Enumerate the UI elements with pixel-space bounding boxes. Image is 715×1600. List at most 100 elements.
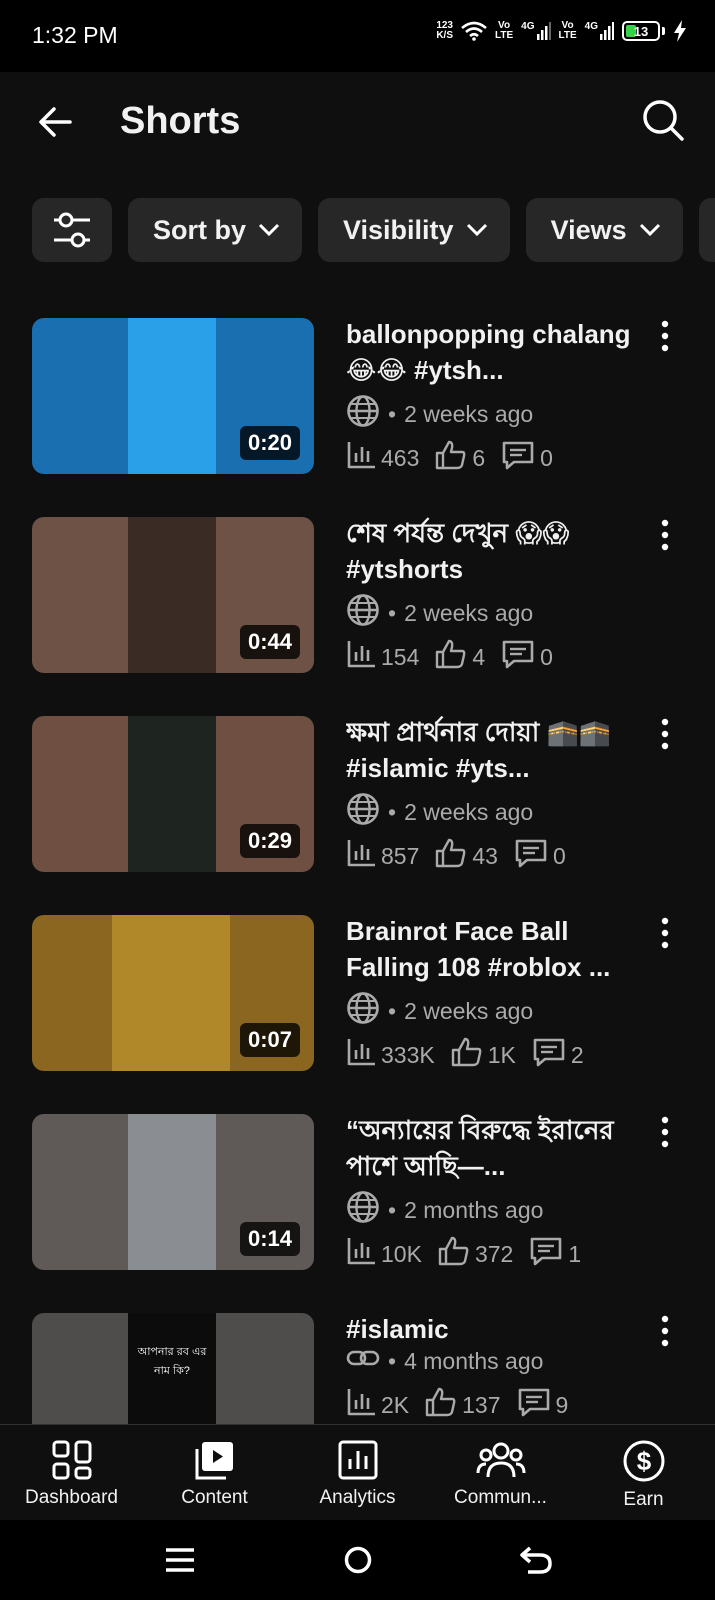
video-meta: • 2 weeks ago	[346, 991, 533, 1031]
video-title[interactable]: “অন্যায়ের বিরুদ্ধে ইরানের পাশে আছি—...	[346, 1112, 636, 1184]
back-arrow-icon[interactable]	[32, 98, 80, 146]
comments-stat: 0	[514, 838, 566, 874]
comments-stat: 0	[501, 440, 553, 476]
home-icon[interactable]	[338, 1542, 378, 1578]
comments-stat: 2	[532, 1037, 584, 1073]
more-options-icon[interactable]	[650, 318, 680, 354]
duration-badge: 0:20	[239, 426, 300, 460]
like-icon	[438, 1236, 470, 1272]
filter-settings-chip[interactable]	[32, 198, 112, 262]
video-stats: 333K 1K 2	[346, 1037, 600, 1073]
thumbnail-frame	[128, 318, 216, 474]
views-count: 463	[381, 444, 420, 471]
video-row[interactable]: 0:20 ballonpopping chalang😂😂 #ytsh... • 2 w…	[0, 316, 715, 486]
chevron-down-icon	[258, 223, 280, 237]
video-age: 4 months ago	[404, 1347, 544, 1374]
battery-indicator: 13	[622, 21, 660, 41]
video-age: 2 months ago	[404, 1196, 544, 1223]
shorts-list: 0:20 ballonpopping chalang😂😂 #ytsh... • 2 w…	[0, 316, 715, 1424]
video-meta: • 2 weeks ago	[346, 792, 533, 832]
views-stat: 10K	[346, 1236, 422, 1272]
views-count: 333K	[381, 1041, 435, 1068]
search-icon[interactable]	[639, 96, 687, 144]
comments-stat: 0	[501, 639, 553, 675]
globe-icon	[346, 1190, 380, 1230]
video-row[interactable]: 0:44 শেষ পর্যন্ত দেখুন 😱😱 #ytshorts • 2 wee…	[0, 515, 715, 685]
meta-separator: •	[388, 798, 397, 825]
app-header: Shorts	[0, 72, 715, 172]
duration-badge: 0:44	[239, 625, 300, 659]
views-icon	[346, 1236, 376, 1272]
sim1-gen-label: 4G	[521, 21, 535, 32]
video-stats: 2K 137 9	[346, 1387, 584, 1423]
sim1-signal: 4G	[521, 21, 551, 40]
more-options-icon[interactable]	[650, 915, 680, 951]
more-options-icon[interactable]	[650, 517, 680, 553]
video-title[interactable]: শেষ পর্যন্ত দেখুন 😱😱 #ytshorts	[346, 515, 636, 587]
comments-count: 0	[552, 842, 566, 869]
duration-badge: 0:29	[239, 824, 300, 858]
views-stat: 2K	[346, 1387, 409, 1423]
video-thumbnail[interactable]: 0:44	[32, 517, 314, 673]
nav-content[interactable]: Content	[143, 1425, 286, 1520]
comment-icon	[532, 1037, 566, 1073]
likes-stat: 43	[435, 838, 498, 874]
video-row[interactable]: 0:14 “অন্যায়ের বিরুদ্ধে ইরানের পাশে আছি—…	[0, 1112, 715, 1282]
earn-icon: $	[623, 1440, 664, 1482]
video-age: 2 weeks ago	[404, 997, 534, 1024]
wifi-icon	[461, 21, 487, 41]
comment-icon	[501, 639, 535, 675]
content-icon	[195, 1442, 233, 1480]
nav-content-label: Content	[181, 1487, 248, 1508]
community-icon	[476, 1442, 525, 1478]
thumbnail-frame	[128, 1114, 216, 1270]
battery-level: 13	[633, 23, 649, 39]
sort-by-label: Sort by	[153, 214, 247, 245]
video-meta: • 4 months ago	[346, 1341, 543, 1381]
globe-icon	[346, 593, 380, 633]
video-row[interactable]: 0:07 Brainrot Face Ball Falling 108 #robl…	[0, 913, 715, 1083]
comments-count: 1	[568, 1240, 582, 1267]
nav-community[interactable]: Commun...	[429, 1425, 572, 1520]
likes-count: 6	[472, 444, 486, 471]
more-options-icon[interactable]	[650, 716, 680, 752]
video-stats: 857 43 0	[346, 838, 582, 874]
video-row[interactable]: 0:29 ক্ষমা প্রার্থনার দোয়া 🕋🕋 #islamic #…	[0, 714, 715, 884]
nav-earn[interactable]: $ Earn	[572, 1425, 715, 1520]
visibility-chip[interactable]: Visibility	[318, 198, 510, 262]
likes-stat: 372	[438, 1236, 513, 1272]
more-options-icon[interactable]	[650, 1114, 680, 1150]
net-speed: 123 K/S	[436, 21, 453, 41]
sort-by-chip[interactable]: Sort by	[128, 198, 303, 262]
video-title[interactable]: Brainrot Face Ball Falling 108 #roblox .…	[346, 913, 636, 985]
views-label: Views	[550, 214, 627, 245]
video-thumbnail[interactable]: আপনার রব এর নাম কি?	[32, 1313, 314, 1424]
status-time: 1:32 PM	[32, 22, 118, 48]
nav-community-label: Commun...	[454, 1487, 547, 1508]
more-options-icon[interactable]	[650, 1313, 680, 1349]
views-stat: 463	[346, 440, 419, 476]
thumbnail-caption: আপনার রব এর নাম কি?	[137, 1346, 207, 1377]
video-thumbnail[interactable]: 0:20	[32, 318, 314, 474]
more-filter-chip[interactable]: F	[698, 198, 715, 262]
video-title[interactable]: ক্ষমা প্রার্থনার দোয়া 🕋🕋 #islamic #yts.…	[346, 714, 636, 786]
comments-count: 2	[570, 1041, 584, 1068]
globe-icon	[346, 991, 380, 1031]
views-icon	[346, 1387, 376, 1423]
system-back-icon[interactable]	[516, 1542, 556, 1578]
views-chip[interactable]: Views	[525, 198, 683, 262]
video-title[interactable]: ballonpopping chalang😂😂 #ytsh...	[346, 316, 636, 388]
video-thumbnail[interactable]: 0:29	[32, 716, 314, 872]
nav-analytics[interactable]: Analytics	[286, 1425, 429, 1520]
views-stat: 333K	[346, 1037, 435, 1073]
video-row[interactable]: আপনার রব এর নাম কি? #islamic • 4 months ago…	[0, 1311, 715, 1424]
chevron-down-icon	[639, 223, 660, 237]
video-thumbnail[interactable]: 0:07	[32, 915, 314, 1071]
nav-dashboard[interactable]: Dashboard	[0, 1425, 143, 1520]
globe-icon	[346, 792, 380, 832]
video-thumbnail[interactable]: 0:14	[32, 1114, 314, 1270]
comment-icon	[529, 1236, 563, 1272]
dashboard-icon	[52, 1440, 91, 1480]
recent-apps-icon[interactable]	[160, 1542, 200, 1578]
views-count: 154	[381, 643, 420, 670]
